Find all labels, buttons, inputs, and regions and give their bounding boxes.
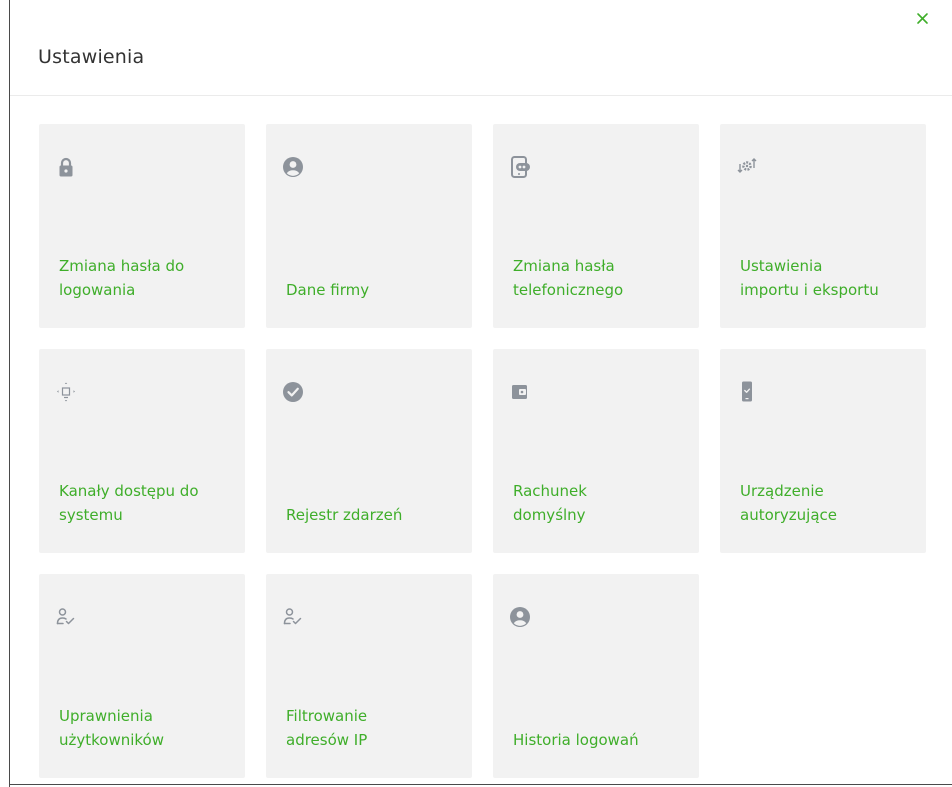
wallet-icon (507, 379, 533, 405)
page-title: Ustawienia (38, 46, 145, 68)
tile-label: Kanały dostępu do systemu (59, 482, 199, 524)
user-circle-icon (507, 604, 533, 630)
tile-access-channels[interactable]: Kanały dostępu do systemu (39, 349, 245, 553)
user-circle-icon (280, 154, 306, 180)
tile-label: Urządzenie autoryzujące (740, 482, 838, 524)
tile-label: Ustawienia importu i eksportu (740, 257, 879, 299)
tile-event-log[interactable]: Rejestr zdarzeń (266, 349, 472, 553)
access-channels-icon (53, 379, 79, 405)
tile-login-history[interactable]: Historia logowań (493, 574, 699, 778)
dialog-left-border (9, 0, 10, 787)
tile-import-export-settings[interactable]: Ustawienia importu i eksportu (720, 124, 926, 328)
phone-password-icon (507, 154, 533, 180)
mobile-check-icon (734, 379, 760, 405)
tile-label: Dane firmy (286, 281, 370, 299)
tile-company-data[interactable]: Dane firmy (266, 124, 472, 328)
tile-label: Rachunek domyślny (513, 482, 587, 524)
user-check-icon (280, 604, 306, 630)
import-export-gear-icon (734, 154, 760, 180)
tile-label: Uprawnienia użytkowników (59, 707, 165, 749)
tile-label: Filtrowanie adresów IP (286, 707, 368, 749)
tile-label: Zmiana hasła telefonicznego (513, 257, 624, 299)
lock-icon (53, 154, 79, 180)
header-divider (10, 95, 952, 96)
tile-label: Rejestr zdarzeń (286, 506, 403, 524)
dialog-bottom-border (9, 784, 952, 785)
tile-change-login-password[interactable]: Zmiana hasła do logowania (39, 124, 245, 328)
tile-user-permissions[interactable]: Uprawnienia użytkowników (39, 574, 245, 778)
tile-default-account[interactable]: Rachunek domyślny (493, 349, 699, 553)
tile-label: Zmiana hasła do logowania (59, 257, 185, 299)
tile-label: Historia logowań (513, 731, 639, 749)
user-check-icon (53, 604, 79, 630)
tile-change-phone-password[interactable]: Zmiana hasła telefonicznego (493, 124, 699, 328)
check-circle-icon (280, 379, 306, 405)
close-icon (917, 13, 928, 24)
close-button[interactable] (912, 8, 934, 30)
settings-grid: Zmiana hasła do logowania Dane firmy Zmi… (39, 124, 926, 778)
tile-ip-filtering[interactable]: Filtrowanie adresów IP (266, 574, 472, 778)
tile-authorization-device[interactable]: Urządzenie autoryzujące (720, 349, 926, 553)
